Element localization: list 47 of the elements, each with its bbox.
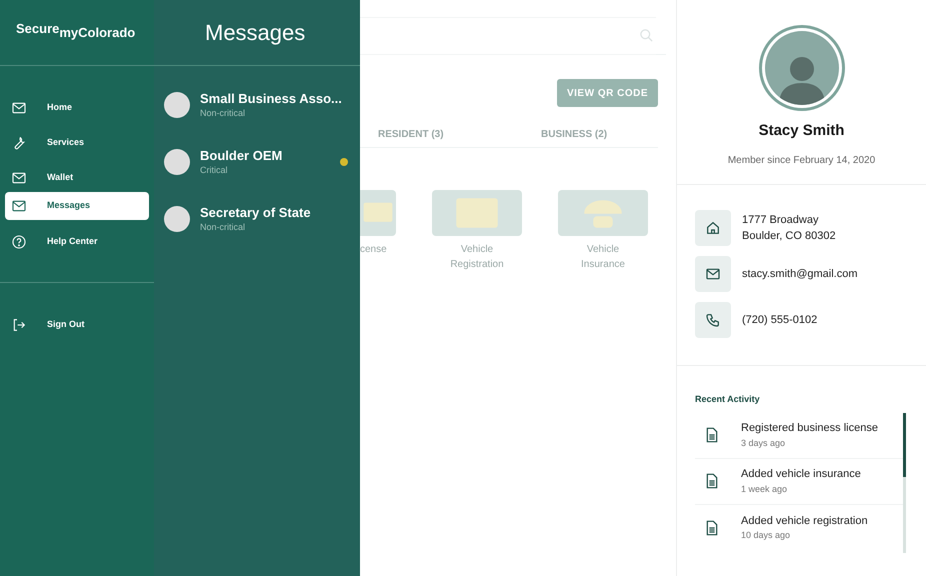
nav-item[interactable]: Services: [5, 129, 149, 157]
document-icon: [705, 427, 719, 443]
search-field[interactable]: [360, 17, 656, 55]
nav-item[interactable]: Messages: [5, 192, 149, 220]
help-icon: [11, 234, 27, 250]
panel-title: Messages: [205, 19, 306, 47]
activity-title: Registered business license: [741, 421, 878, 436]
search-icon: [639, 28, 654, 43]
nav-item[interactable]: Wallet: [5, 164, 149, 192]
contact-detail: (720) 555-0102: [742, 313, 818, 328]
member-since: Member since February 14, 2020: [728, 154, 876, 168]
scrollbar[interactable]: [903, 412, 906, 552]
document-icon: [705, 520, 719, 536]
activity-title: Added vehicle insurance: [741, 467, 861, 482]
activity-title: Added vehicle registration: [741, 514, 868, 528]
message-sender: Small Business Asso...: [200, 90, 342, 106]
envelope-icon: [11, 100, 27, 116]
message-item[interactable]: Secretary of State Non-critical: [154, 190, 360, 247]
avatar: [164, 92, 190, 118]
message-item[interactable]: Small Business Asso... Non-critical: [154, 76, 360, 133]
envelope-icon: [705, 266, 721, 282]
message-sender: Secretary of State: [200, 204, 311, 220]
sign-out-icon: [11, 317, 27, 333]
nav-item[interactable]: Home: [5, 94, 149, 122]
nav-item[interactable]: Help Center: [5, 228, 149, 256]
envelope-icon: [11, 198, 27, 214]
scrollbar-thumb[interactable]: [903, 412, 906, 476]
message-item[interactable]: Boulder OEM Critical: [154, 133, 360, 190]
activity-time: 10 days ago: [741, 529, 792, 542]
document-icon: [705, 473, 719, 489]
phone-icon: [705, 312, 721, 328]
activity-time: 1 week ago: [741, 482, 788, 496]
message-priority: Non-critical: [200, 220, 246, 232]
message-priority: Non-critical: [200, 106, 246, 118]
message-priority: Critical: [200, 164, 229, 176]
avatar: [164, 206, 190, 232]
message-sender: Boulder OEM: [200, 148, 282, 164]
house-icon: [705, 220, 721, 236]
envelope-icon: [11, 170, 27, 186]
sign-out-button[interactable]: Sign Out: [5, 313, 149, 337]
activity-time: 3 days ago: [741, 436, 786, 450]
logo: SecuremyColorado: [16, 22, 136, 42]
section-title: Recent Activity: [695, 393, 761, 406]
avatar: [164, 148, 190, 174]
profile-name: Stacy Smith: [758, 121, 844, 141]
contact-detail: 1777 Broadway Boulder, CO 80302: [742, 213, 836, 244]
contact-detail: stacy.smith@gmail.com: [742, 267, 858, 282]
